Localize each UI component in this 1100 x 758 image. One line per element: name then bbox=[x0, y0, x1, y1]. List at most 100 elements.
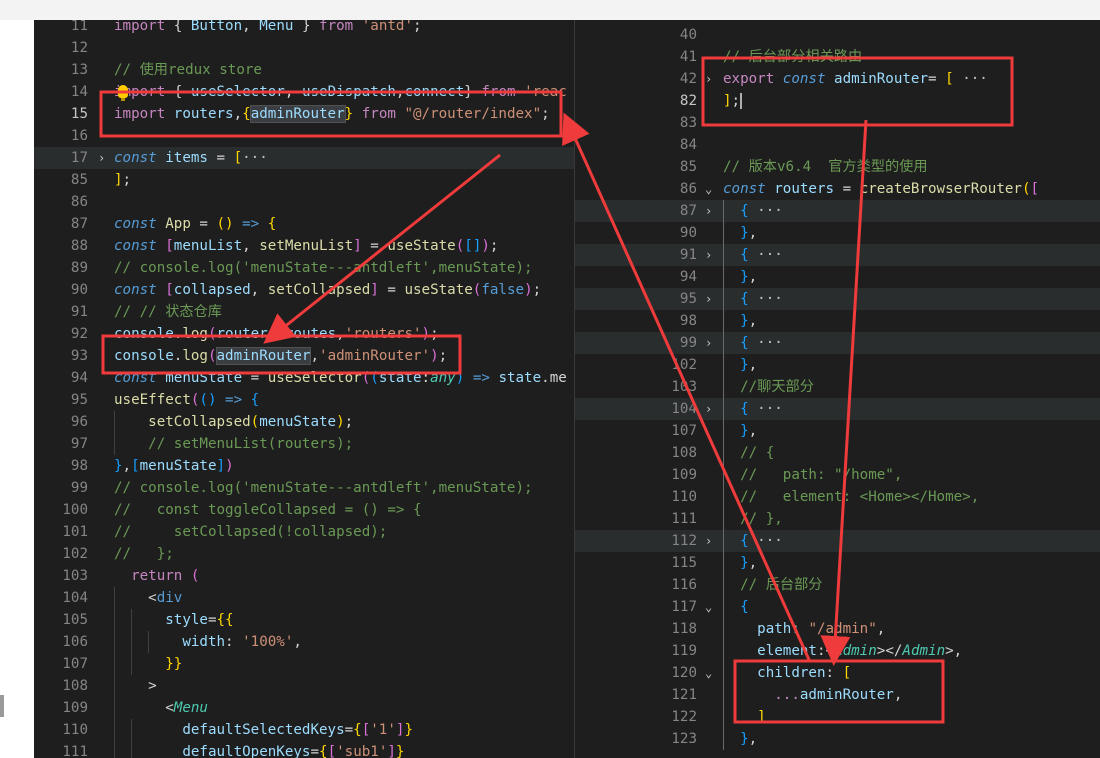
fold-chevron-down-icon[interactable]: ⌄ bbox=[705, 596, 712, 618]
right-line-40[interactable]: 40 bbox=[575, 24, 1100, 46]
code-text[interactable]: > bbox=[114, 675, 157, 697]
right-line-111[interactable]: 111 // }, bbox=[575, 508, 1100, 530]
code-text[interactable]: }, bbox=[723, 310, 757, 332]
code-text[interactable]: children: [ bbox=[723, 662, 851, 684]
right-line-94[interactable]: 94 }, bbox=[575, 266, 1100, 288]
fold-chevron-right-icon[interactable]: › bbox=[98, 147, 105, 169]
fold-chevron-right-icon[interactable]: › bbox=[705, 200, 712, 222]
right-line-115[interactable]: 115 }, bbox=[575, 552, 1100, 574]
code-text[interactable]: console.log(routers.routes,'routers'); bbox=[114, 323, 439, 345]
code-text[interactable]: defaultOpenKeys={['sub1']} bbox=[114, 741, 404, 758]
editor-pane-left[interactable]: 11 import { Button, Menu } from 'antd'; 12… bbox=[34, 20, 574, 758]
left-line-99[interactable]: 99 // console.log('menuState---antdleft',… bbox=[34, 477, 574, 499]
code-text[interactable]: // 后台部分相关路由 bbox=[723, 46, 862, 68]
code-text[interactable]: const App = () => { bbox=[114, 213, 276, 235]
code-text[interactable]: }, bbox=[723, 420, 757, 442]
left-line-110[interactable]: 110 defaultSelectedKeys={['1']} bbox=[34, 719, 574, 741]
code-text[interactable]: { ··· bbox=[723, 200, 783, 222]
code-text[interactable]: // console.log('menuState---antdleft',me… bbox=[114, 477, 533, 499]
code-text[interactable]: import routers,{adminRouter} from "@/rou… bbox=[114, 103, 550, 125]
left-line-11[interactable]: 11 import { Button, Menu } from 'antd'; bbox=[34, 20, 574, 37]
right-line-41[interactable]: 41 // 后台部分相关路由 bbox=[575, 46, 1100, 68]
left-line-86[interactable]: 86 bbox=[34, 191, 574, 213]
right-line-87[interactable]: 87 › { ··· bbox=[575, 200, 1100, 222]
fold-chevron-right-icon[interactable]: › bbox=[705, 530, 712, 552]
code-text[interactable]: import { Button, Menu } from 'antd'; bbox=[114, 20, 422, 37]
left-line-103[interactable]: 103 return ( bbox=[34, 565, 574, 587]
code-text[interactable]: width: '100%', bbox=[114, 631, 302, 653]
code-text[interactable]: //聊天部分 bbox=[723, 376, 814, 398]
right-line-116[interactable]: 116 // 后台部分 bbox=[575, 574, 1100, 596]
left-line-104[interactable]: 104 <div bbox=[34, 587, 574, 609]
code-text[interactable]: { ··· bbox=[723, 332, 783, 354]
code-text[interactable]: // 使用redux store bbox=[114, 59, 262, 81]
code-text[interactable]: // console.log('menuState---antdleft',me… bbox=[114, 257, 533, 279]
code-text[interactable]: style={{ bbox=[114, 609, 233, 631]
scroll-marker[interactable] bbox=[0, 695, 4, 717]
code-text[interactable]: element:<Admin></Admin>, bbox=[723, 640, 962, 662]
code-text[interactable]: }, bbox=[723, 354, 757, 376]
left-line-93[interactable]: 93 console.log(adminRouter,'adminRouter')… bbox=[34, 345, 574, 367]
code-text[interactable]: path: "/admin", bbox=[723, 618, 885, 640]
code-text[interactable]: }, bbox=[723, 266, 757, 288]
left-line-109[interactable]: 109 <Menu bbox=[34, 697, 574, 719]
right-line-98[interactable]: 98 }, bbox=[575, 310, 1100, 332]
lightbulb-icon[interactable] bbox=[118, 85, 128, 101]
fold-chevron-down-icon[interactable]: ⌄ bbox=[705, 662, 712, 684]
code-text[interactable]: const menuState = useSelector((state:any… bbox=[114, 367, 567, 389]
left-line-14[interactable]: 14 import { useSelector, useDispatch,conn… bbox=[34, 81, 574, 103]
code-text[interactable]: // const toggleCollapsed = () => { bbox=[114, 499, 422, 521]
code-text[interactable]: },[menuState]) bbox=[114, 455, 234, 477]
left-line-111[interactable]: 111 defaultOpenKeys={['sub1']} bbox=[34, 741, 574, 758]
fold-chevron-right-icon[interactable]: › bbox=[705, 68, 712, 90]
code-text[interactable]: ]; bbox=[114, 169, 131, 191]
left-line-89[interactable]: 89 // console.log('menuState---antdleft',… bbox=[34, 257, 574, 279]
left-line-15[interactable]: 15 import routers,{adminRouter} from "@/r… bbox=[34, 103, 574, 125]
code-text[interactable]: ...adminRouter, bbox=[723, 684, 902, 706]
code-text[interactable]: { bbox=[723, 596, 749, 618]
right-line-103[interactable]: 103 //聊天部分 bbox=[575, 376, 1100, 398]
right-line-95[interactable]: 95 › { ··· bbox=[575, 288, 1100, 310]
code-text[interactable]: }, bbox=[723, 552, 757, 574]
code-text[interactable]: { ··· bbox=[723, 244, 783, 266]
left-line-105[interactable]: 105 style={{ bbox=[34, 609, 574, 631]
right-line-112[interactable]: 112 › { ··· bbox=[575, 530, 1100, 552]
right-line-83[interactable]: 83 bbox=[575, 112, 1100, 134]
left-line-95[interactable]: 95 useEffect(() => { bbox=[34, 389, 574, 411]
left-line-98[interactable]: 98},[menuState]) bbox=[34, 455, 574, 477]
left-line-87[interactable]: 87 const App = () => { bbox=[34, 213, 574, 235]
code-text[interactable]: ] bbox=[723, 706, 766, 728]
fold-chevron-down-icon[interactable]: ⌄ bbox=[705, 178, 712, 200]
code-text[interactable]: setCollapsed(menuState); bbox=[114, 411, 353, 433]
left-line-102[interactable]: 102 // }; bbox=[34, 543, 574, 565]
right-line-91[interactable]: 91 › { ··· bbox=[575, 244, 1100, 266]
left-line-106[interactable]: 106 width: '100%', bbox=[34, 631, 574, 653]
left-line-94[interactable]: 94 const menuState = useSelector((state:a… bbox=[34, 367, 574, 389]
right-line-117[interactable]: 117 ⌄ { bbox=[575, 596, 1100, 618]
right-line-109[interactable]: 109 // path: "/home", bbox=[575, 464, 1100, 486]
code-text[interactable]: // // 状态仓库 bbox=[114, 301, 222, 323]
left-line-12[interactable]: 12 bbox=[34, 37, 574, 59]
left-line-100[interactable]: 100 // const toggleCollapsed = () => { bbox=[34, 499, 574, 521]
right-line-90[interactable]: 90 }, bbox=[575, 222, 1100, 244]
code-text[interactable]: console.log(adminRouter,'adminRouter'); bbox=[114, 345, 447, 367]
code-text[interactable]: // element: <Home></Home>, bbox=[723, 486, 979, 508]
left-line-97[interactable]: 97 // setMenuList(routers); bbox=[34, 433, 574, 455]
fold-chevron-right-icon[interactable]: › bbox=[705, 244, 712, 266]
fold-chevron-right-icon[interactable]: › bbox=[705, 398, 712, 420]
right-line-104[interactable]: 104 › { ··· bbox=[575, 398, 1100, 420]
right-line-107[interactable]: 107 }, bbox=[575, 420, 1100, 442]
code-text[interactable]: defaultSelectedKeys={['1']} bbox=[114, 719, 413, 741]
right-line-118[interactable]: 118 path: "/admin", bbox=[575, 618, 1100, 640]
right-line-42[interactable]: 42 › export const adminRouter= [ ··· bbox=[575, 68, 1100, 90]
right-line-84[interactable]: 84 bbox=[575, 134, 1100, 156]
left-line-92[interactable]: 92 console.log(routers.routes,'routers'); bbox=[34, 323, 574, 345]
left-line-96[interactable]: 96 setCollapsed(menuState); bbox=[34, 411, 574, 433]
code-text[interactable]: const items = [··· bbox=[114, 147, 268, 169]
code-text[interactable]: }, bbox=[723, 222, 757, 244]
code-text[interactable]: // path: "/home", bbox=[723, 464, 902, 486]
code-text[interactable]: // }; bbox=[114, 543, 174, 565]
code-text[interactable]: const [menuList, setMenuList] = useState… bbox=[114, 235, 498, 257]
right-line-102[interactable]: 102 }, bbox=[575, 354, 1100, 376]
code-text[interactable]: // setCollapsed(!collapsed); bbox=[114, 521, 387, 543]
